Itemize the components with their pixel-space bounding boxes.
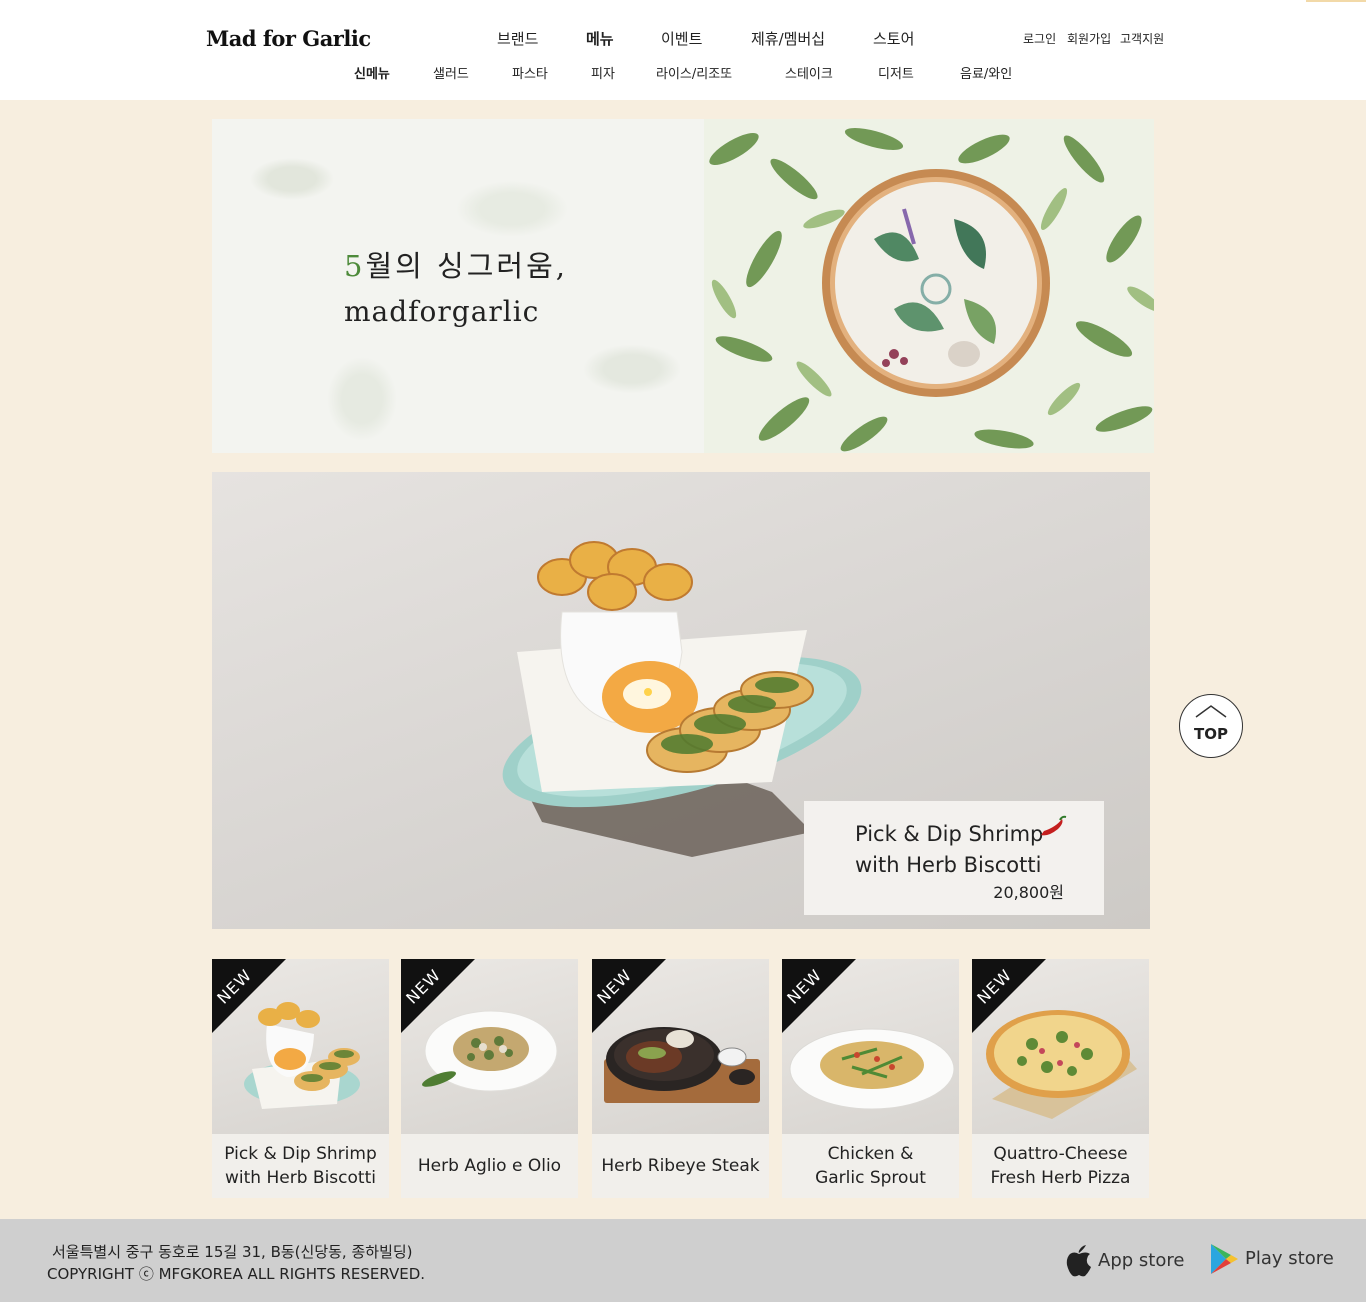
chili-pepper-icon (1041, 815, 1067, 836)
signup-link[interactable]: 회원가입 (1067, 30, 1111, 47)
nav-menu[interactable]: 메뉴 (586, 28, 614, 49)
site-logo[interactable]: Mad for Garlic (206, 26, 371, 51)
scroll-top-label: TOP (1194, 725, 1228, 743)
play-store-link[interactable]: Play store (1209, 1244, 1334, 1279)
nav-event[interactable]: 이벤트 (661, 28, 702, 49)
nav-membership[interactable]: 제휴/멤버십 (751, 28, 825, 49)
menu-card-pizza[interactable]: NEW Quattro-Cheese Fresh Herb Pizza (972, 959, 1149, 1198)
chevron-up-icon (1195, 705, 1227, 718)
menu-card-image: NEW (212, 959, 389, 1134)
nav-brand[interactable]: 브랜드 (497, 28, 538, 49)
menu-card-chicken-sprout[interactable]: NEW Chicken & Garlic Sprout (782, 959, 959, 1198)
app-store-label: App store (1098, 1250, 1185, 1271)
banner-brand-text: madforgarlic (344, 295, 540, 328)
play-store-label: Play store (1245, 1248, 1334, 1269)
apple-icon (1066, 1245, 1091, 1277)
featured-dish-name: Pick & Dip Shrimp with Herb Biscotti (855, 822, 1044, 877)
menu-card-name: Herb Aglio e Olio (417, 1156, 562, 1176)
banner-headline-rest: 월의 싱그러움, (365, 249, 568, 283)
featured-dish-price: 20,800원 (993, 883, 1064, 902)
site-header: Mad for Garlic 브랜드 메뉴 이벤트 제휴/멤버십 스토어 로그인… (0, 0, 1366, 100)
subnav-pizza[interactable]: 피자 (591, 63, 615, 82)
site-footer: 서울특별시 중구 동호로 15길 31, B동(신당동, 종하빌딩) COPYR… (0, 1219, 1366, 1302)
featured-dish-card: Pick & Dip Shrimp with Herb Biscotti 20,… (804, 801, 1104, 915)
google-play-icon (1211, 1244, 1238, 1274)
footer-copyright: COPYRIGHT ⓒ MFGKOREA ALL RIGHTS RESERVED… (47, 1265, 426, 1283)
menu-card-image: NEW (782, 959, 959, 1134)
nav-store[interactable]: 스토어 (873, 28, 914, 49)
menu-card-name: Quattro-Cheese Fresh Herb Pizza (990, 1144, 1131, 1188)
support-link[interactable]: 고객지원 (1120, 30, 1164, 47)
footer-address: 서울특별시 중구 동호로 15길 31, B동(신당동, 종하빌딩) (52, 1243, 413, 1261)
menu-card-name: Chicken & Garlic Sprout (815, 1144, 926, 1188)
subnav-pasta[interactable]: 파스타 (512, 63, 548, 82)
scroll-top-button[interactable]: TOP (1179, 694, 1243, 758)
subnav-salad[interactable]: 샐러드 (433, 63, 469, 82)
featured-dish[interactable]: Pick & Dip Shrimp with Herb Biscotti 20,… (212, 472, 1150, 929)
subnav-rice-risotto[interactable]: 라이스/리조또 (656, 63, 732, 82)
subnav-steak[interactable]: 스테이크 (785, 63, 833, 82)
subnav-dessert[interactable]: 디저트 (878, 63, 914, 82)
login-link[interactable]: 로그인 (1023, 30, 1056, 47)
herb-embroidery-image (704, 119, 1154, 453)
banner-headline: 5월의 싱그러움, (344, 243, 568, 285)
seasonal-banner[interactable]: 5월의 싱그러움, madforgarlic (212, 119, 1154, 453)
menu-card-image: NEW (972, 959, 1149, 1134)
menu-card-name: Herb Ribeye Steak (601, 1156, 760, 1176)
subnav-beverage-wine[interactable]: 음료/와인 (960, 63, 1012, 82)
menu-card-name: Pick & Dip Shrimp with Herb Biscotti (224, 1144, 377, 1188)
menu-card-image: NEW (592, 959, 769, 1134)
corner-accent (1306, 0, 1366, 2)
banner-highlight: 5 (344, 249, 366, 283)
menu-card-aglio-olio[interactable]: NEW Herb Aglio e Olio (401, 959, 578, 1198)
banner-text-panel: 5월의 싱그러움, madforgarlic (212, 119, 704, 453)
app-store-link[interactable]: App store (1066, 1245, 1184, 1279)
menu-card-ribeye[interactable]: NEW Herb Ribeye Steak (592, 959, 769, 1198)
subnav-new-menu[interactable]: 신메뉴 (354, 63, 390, 82)
menu-card-shrimp[interactable]: NEW Pick & Dip Shrimp with Herb Biscotti (212, 959, 389, 1198)
menu-card-image: NEW (401, 959, 578, 1134)
